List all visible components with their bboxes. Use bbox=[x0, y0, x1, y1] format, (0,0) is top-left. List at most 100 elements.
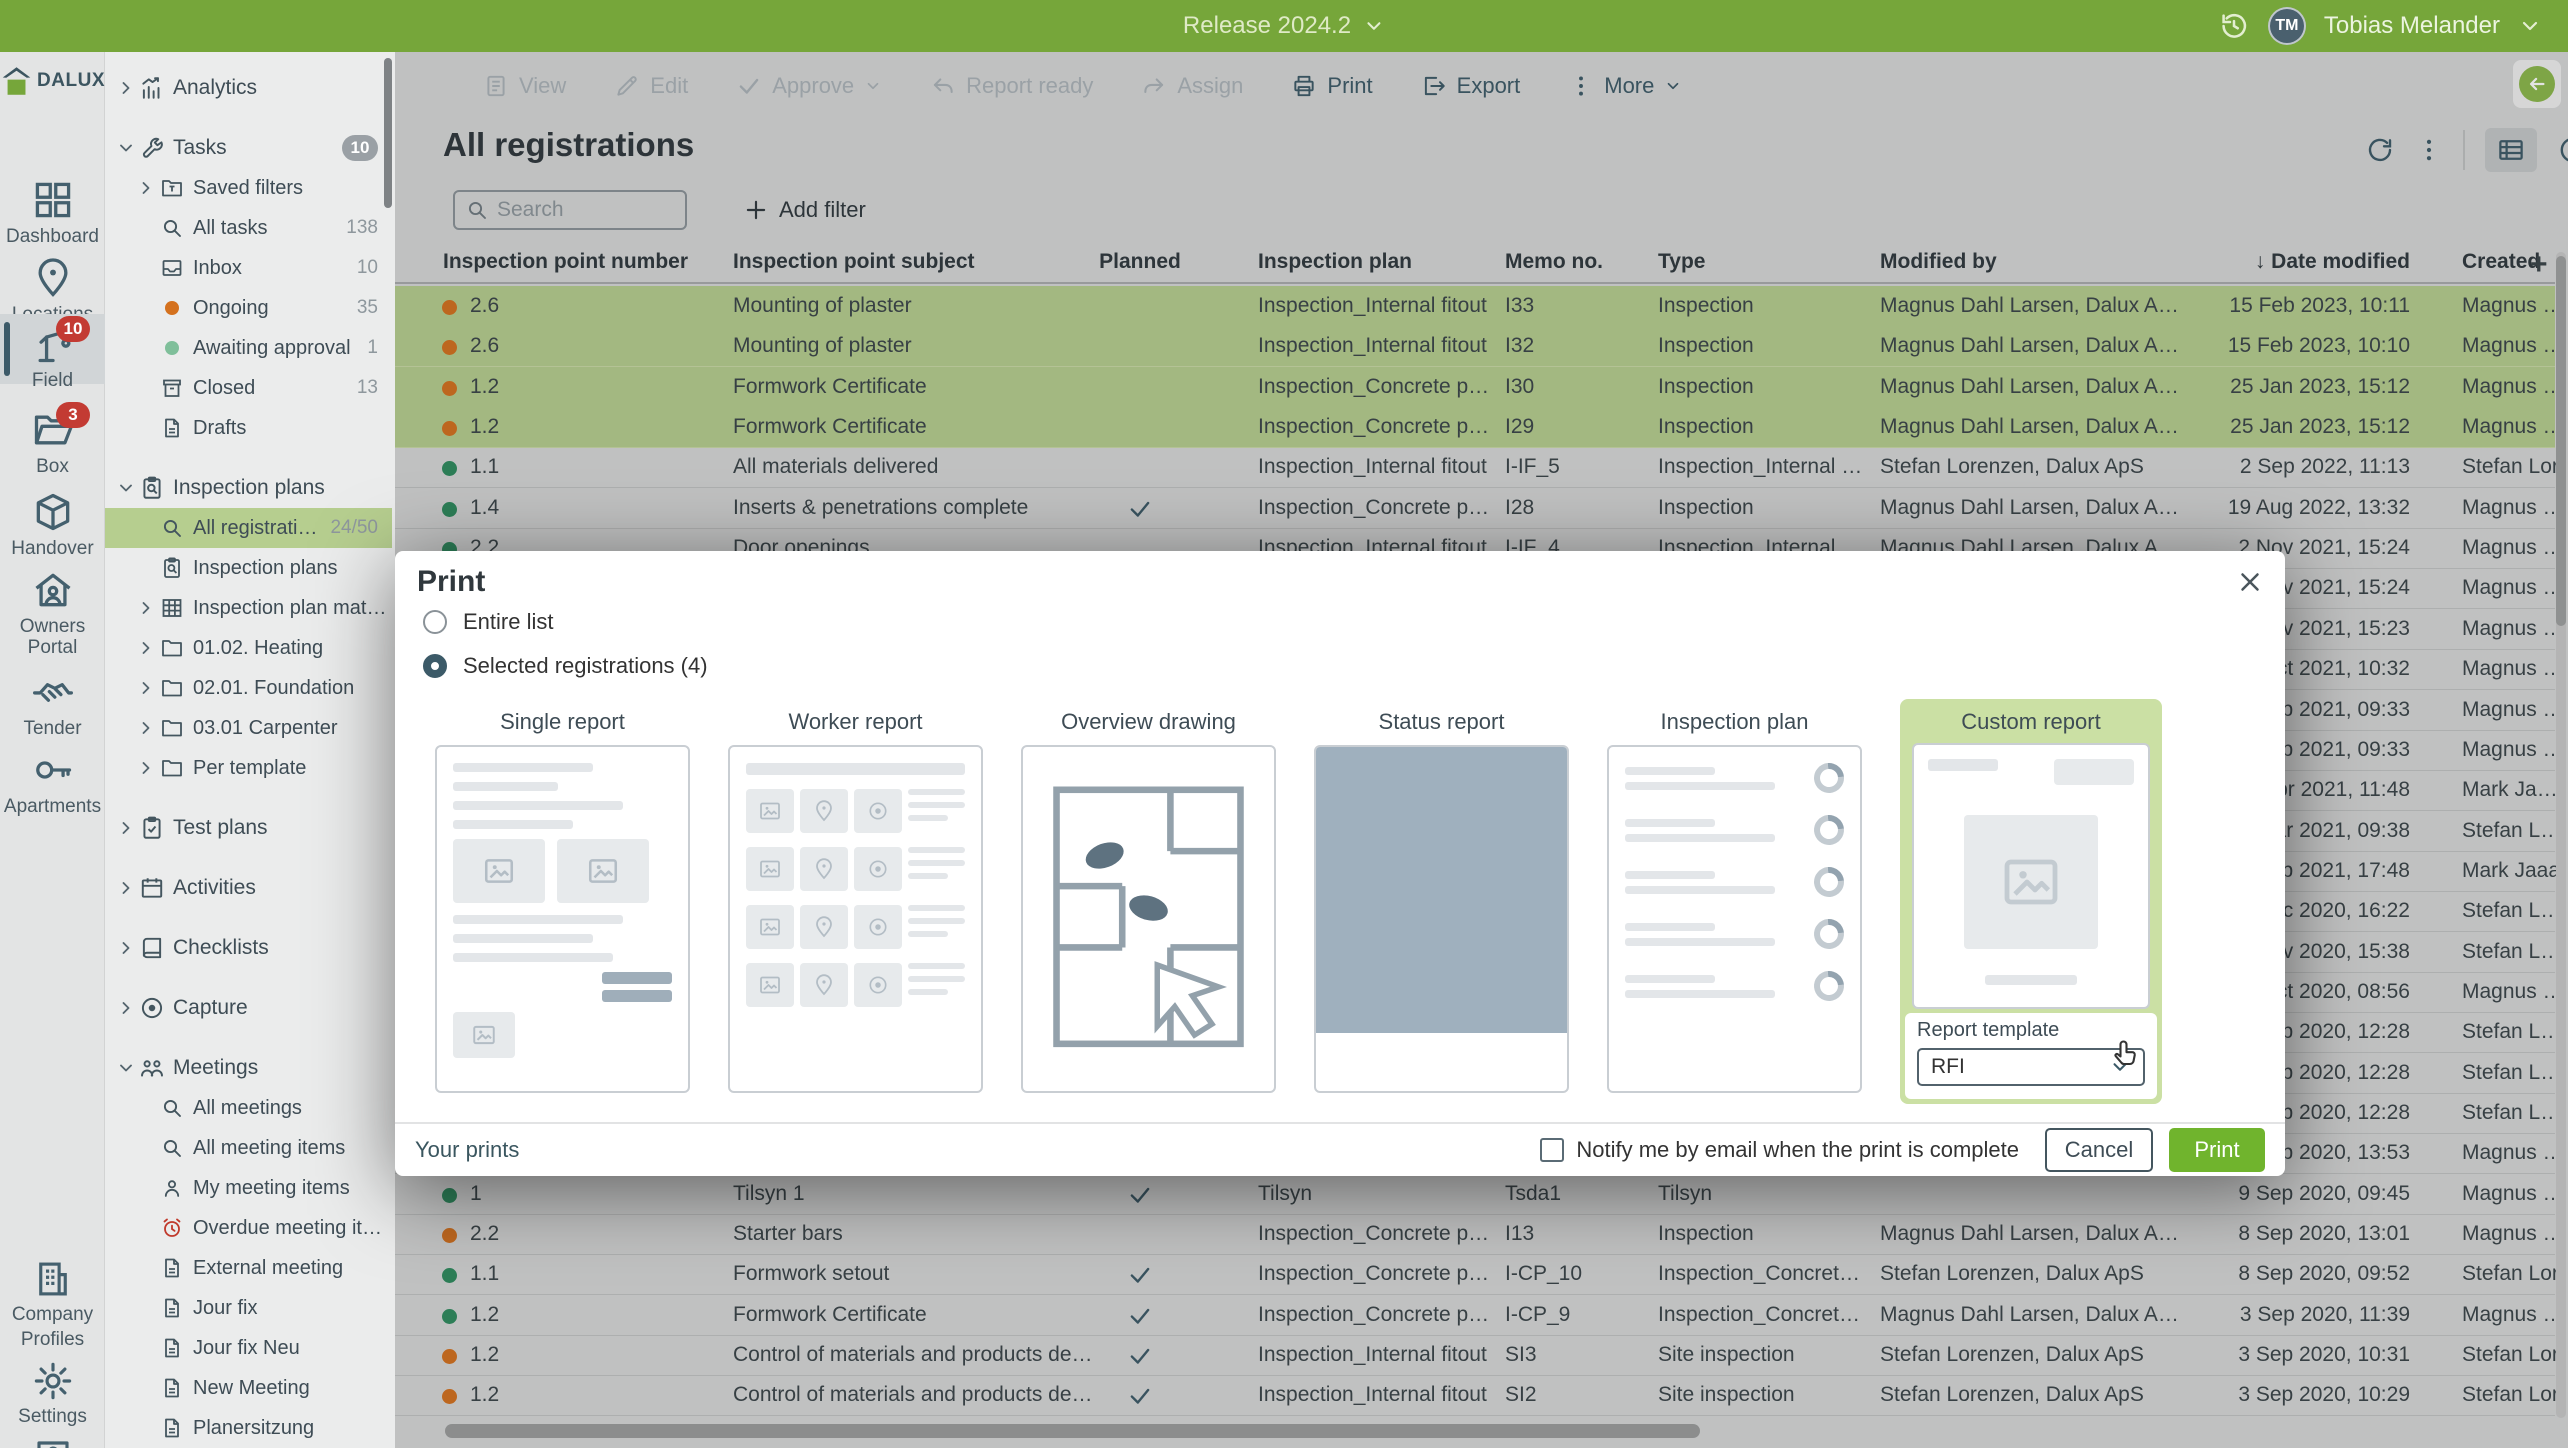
building-icon bbox=[32, 1258, 74, 1300]
sidebar-item-new-meeting[interactable]: New Meeting bbox=[105, 1368, 392, 1408]
rail-item-label: Tender bbox=[0, 718, 105, 739]
sidebar-item-test-plans[interactable]: Test plans bbox=[105, 808, 392, 848]
sidebar-item-03-01-carpenter[interactable]: 03.01 Carpenter bbox=[105, 708, 392, 748]
sidebar-item-label: All tasks bbox=[193, 217, 340, 240]
avatar[interactable]: TM bbox=[2268, 7, 2306, 45]
notify-email-checkbox[interactable] bbox=[1540, 1138, 1564, 1162]
sidebar-item-per-template[interactable]: Per template bbox=[105, 748, 392, 788]
sidebar-item-activities[interactable]: Activities bbox=[105, 868, 392, 908]
chevron-right-icon bbox=[115, 818, 137, 838]
sidebar-item-jour-fix-neu[interactable]: Jour fix Neu bbox=[105, 1328, 392, 1368]
sidebar-item-planersitzung[interactable]: Planersitzung bbox=[105, 1408, 392, 1448]
sidebar-item-02-01-foundation[interactable]: 02.01. Foundation bbox=[105, 668, 392, 708]
history-icon[interactable] bbox=[2218, 10, 2250, 42]
sidebar-item-inspection-plans[interactable]: Inspection plans bbox=[105, 468, 392, 508]
sidebar-item-awaiting-approval[interactable]: Awaiting approval1 bbox=[105, 328, 392, 368]
top-bar: Release 2024.2 TM Tobias Melander bbox=[0, 0, 2568, 52]
sidebar-item-inbox[interactable]: Inbox10 bbox=[105, 248, 392, 288]
your-prints-link[interactable]: Your prints bbox=[415, 1137, 519, 1163]
sidebar-item-label: All meetings bbox=[193, 1097, 392, 1120]
sidebar-item-label: Analytics bbox=[173, 76, 392, 100]
report-card-worker-report[interactable] bbox=[728, 745, 983, 1093]
sidebar-item-label: Closed bbox=[193, 377, 351, 400]
cancel-button[interactable]: Cancel bbox=[2045, 1128, 2153, 1172]
item-count: 10 bbox=[357, 257, 378, 279]
rail-item-help[interactable]: Help bbox=[0, 1430, 105, 1448]
report-card-preview bbox=[1912, 743, 2150, 1009]
rail-item-field[interactable]: Field10 bbox=[0, 314, 105, 384]
rail-item-company-profiles[interactable]: CompanyProfiles bbox=[0, 1252, 105, 1350]
radio-selected-registrations-4[interactable]: Selected registrations (4) bbox=[423, 653, 708, 679]
help-icon bbox=[32, 1436, 74, 1448]
folder-tab-icon bbox=[159, 176, 185, 200]
rail-item-dashboard[interactable]: Dashboard bbox=[0, 170, 105, 240]
sidebar-item-all-meeting-items[interactable]: All meeting items bbox=[105, 1128, 392, 1168]
report-card-status-report[interactable] bbox=[1314, 745, 1569, 1093]
sidebar-item-01-02-heating[interactable]: 01.02. Heating bbox=[105, 628, 392, 668]
sidebar-scrollbar[interactable] bbox=[384, 58, 392, 208]
sidebar-item-meetings[interactable]: Meetings bbox=[105, 1048, 392, 1088]
sidebar-item-ongoing[interactable]: Ongoing35 bbox=[105, 288, 392, 328]
wrench-icon bbox=[139, 135, 165, 161]
sidebar-item-checklists[interactable]: Checklists bbox=[105, 928, 392, 968]
rail-item-tender[interactable]: Tender bbox=[0, 662, 105, 732]
rail-item-apartments[interactable]: Apartments bbox=[0, 740, 105, 810]
sidebar-item-tasks[interactable]: Tasks10 bbox=[105, 128, 392, 168]
sidebar-item-all-registrations[interactable]: All registrations24/50 bbox=[105, 508, 392, 548]
sidebar-item-saved-filters[interactable]: Saved filters bbox=[105, 168, 392, 208]
notification-badge: 10 bbox=[56, 316, 90, 342]
sidebar-item-label: Capture bbox=[173, 996, 392, 1020]
rail-item-box[interactable]: Box3 bbox=[0, 400, 105, 470]
sidebar-item-my-meeting-items[interactable]: My meeting items bbox=[105, 1168, 392, 1208]
print-button[interactable]: Print bbox=[2169, 1128, 2265, 1172]
sidebar-item-inspection-plan-matrices[interactable]: Inspection plan matrices bbox=[105, 588, 392, 628]
chevron-down-icon[interactable] bbox=[2518, 14, 2542, 38]
sidebar-item-jour-fix[interactable]: Jour fix bbox=[105, 1288, 392, 1328]
rail-item-locations[interactable]: Locations bbox=[0, 248, 105, 318]
report-card-label: Worker report bbox=[728, 709, 983, 735]
sidebar-item-label: Meetings bbox=[173, 1056, 392, 1080]
report-card-overview-drawing[interactable] bbox=[1021, 745, 1276, 1093]
release-selector[interactable]: Release 2024.2 bbox=[1183, 12, 1385, 40]
search-icon bbox=[159, 1136, 185, 1160]
close-icon[interactable] bbox=[2235, 567, 2265, 597]
sidebar-item-external-meeting[interactable]: External meeting bbox=[105, 1248, 392, 1288]
item-count: 138 bbox=[346, 217, 378, 239]
rail-item-label: Settings bbox=[0, 1406, 105, 1427]
report-card-single-report[interactable] bbox=[435, 745, 690, 1093]
chevron-right-icon bbox=[135, 678, 157, 698]
sidebar-item-label: Saved filters bbox=[193, 177, 392, 200]
sidebar-item-all-meetings[interactable]: All meetings bbox=[105, 1088, 392, 1128]
sidebar-item-label: Inspection plan matrices bbox=[193, 597, 392, 620]
sidebar-item-inspection-plans[interactable]: Inspection plans bbox=[105, 548, 392, 588]
placeholder-image-icon bbox=[758, 915, 782, 939]
item-count: 24/50 bbox=[330, 517, 378, 539]
radio-entire-list[interactable]: Entire list bbox=[423, 609, 553, 635]
alarm-icon bbox=[159, 1216, 185, 1240]
handshake-icon bbox=[31, 670, 75, 714]
sidebar-item-all-tasks[interactable]: All tasks 138 bbox=[105, 208, 392, 248]
sidebar-item-closed[interactable]: Closed13 bbox=[105, 368, 392, 408]
dalux-logo[interactable]: DALUX bbox=[0, 64, 105, 98]
rail-item-handover[interactable]: Handover bbox=[0, 482, 105, 552]
user-name: Tobias Melander bbox=[2324, 12, 2500, 40]
chevron-down-icon bbox=[1363, 15, 1385, 37]
report-card-inspection-plan[interactable] bbox=[1607, 745, 1862, 1093]
report-card-label: Custom report bbox=[1900, 709, 2162, 735]
sidebar-item-overdue-meeting-items[interactable]: Overdue meeting items bbox=[105, 1208, 392, 1248]
sidebar-item-analytics[interactable]: Analytics bbox=[105, 68, 392, 108]
sidebar-item-label: Test plans bbox=[173, 816, 392, 840]
grid-icon bbox=[159, 596, 185, 620]
clipboard-check-icon bbox=[139, 815, 165, 841]
sidebar-item-capture[interactable]: Capture bbox=[105, 988, 392, 1028]
sidebar-item-drafts[interactable]: Drafts bbox=[105, 408, 392, 448]
location-pin-icon bbox=[31, 256, 75, 300]
radio-label: Entire list bbox=[463, 609, 553, 635]
rail-item-owners-portal[interactable]: OwnersPortal bbox=[0, 560, 105, 652]
book-icon bbox=[139, 935, 165, 961]
house-user-icon bbox=[31, 568, 75, 612]
sidebar-item-label: Checklists bbox=[173, 936, 392, 960]
app-rail: DALUX Dashboard LocationsField10 Box3 Hando… bbox=[0, 52, 105, 1448]
rail-item-settings[interactable]: Settings bbox=[0, 1354, 105, 1427]
report-template-value: RFI bbox=[1931, 1055, 1965, 1079]
